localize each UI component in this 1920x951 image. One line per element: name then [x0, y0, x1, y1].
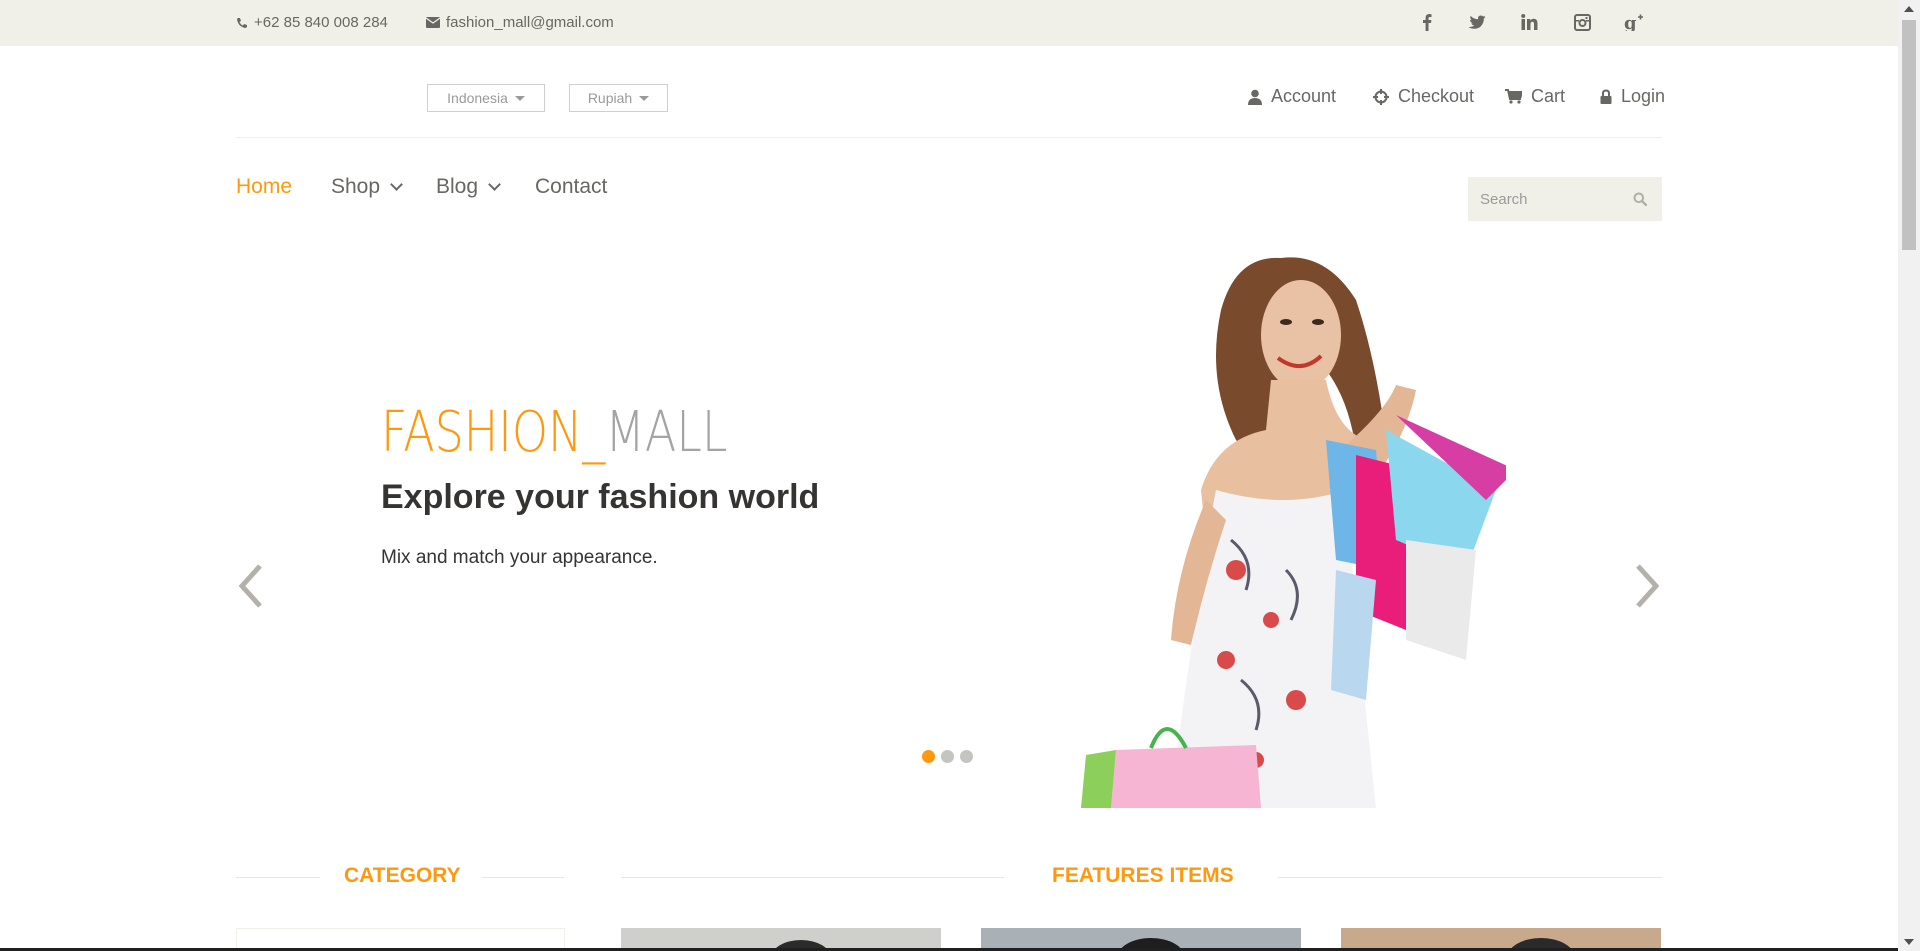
lock-icon: [1600, 89, 1612, 104]
slider-dot-3[interactable]: [960, 750, 973, 763]
search-input[interactable]: [1468, 177, 1618, 221]
user-icon: [1248, 89, 1262, 105]
nav-shop[interactable]: Shop: [331, 175, 403, 199]
email-contact[interactable]: fashion_mall@gmail.com: [426, 14, 614, 31]
currency-label: Rupiah: [587, 90, 633, 106]
nav-contact-label: Contact: [535, 175, 608, 198]
top-bar: +62 85 840 008 284 fashion_mall@gmail.co…: [0, 0, 1898, 46]
features-heading: FEATURES ITEMS: [1034, 864, 1252, 888]
category-heading: CATEGORY: [326, 864, 479, 888]
google-plus-icon[interactable]: g: [1624, 12, 1644, 32]
scroll-down-arrow[interactable]: [1904, 939, 1914, 945]
slider-headline: Explore your fashion world: [381, 478, 820, 516]
hero-model-image: [1081, 257, 1506, 808]
cart-link[interactable]: Cart: [1505, 86, 1565, 107]
nav-contact[interactable]: Contact: [535, 175, 607, 199]
shopping-cart-icon: [1505, 89, 1522, 104]
category-line-left: [236, 877, 320, 878]
scrollbar-thumb[interactable]: [1902, 20, 1916, 250]
caret-down-icon: [514, 95, 525, 101]
nav-home[interactable]: Home: [236, 175, 292, 199]
scroll-up-arrow[interactable]: [1904, 6, 1914, 12]
nav-blog[interactable]: Blog: [436, 175, 501, 199]
hero-slider: FASHION_MALL Explore your fashion world …: [236, 240, 1662, 808]
phone-icon: [237, 17, 247, 28]
slider-next-arrow[interactable]: [1632, 562, 1662, 610]
nav-home-label: Home: [236, 175, 293, 198]
chevron-down-icon: [390, 178, 403, 191]
search-icon[interactable]: [1633, 192, 1647, 206]
phone-contact: +62 85 840 008 284: [236, 14, 388, 31]
nav-shop-label: Shop: [331, 175, 381, 198]
facebook-icon[interactable]: [1417, 12, 1437, 32]
features-line-right: [1278, 877, 1662, 878]
category-line-right: [482, 877, 564, 878]
page-scrollbar[interactable]: [1898, 0, 1920, 951]
envelope-icon: [426, 17, 440, 28]
slider-prev-arrow[interactable]: [236, 562, 266, 610]
login-label: Login: [1621, 86, 1666, 106]
crosshairs-icon: [1373, 88, 1389, 105]
phone-number: +62 85 840 008 284: [254, 14, 388, 31]
svg-text:g: g: [1624, 13, 1637, 31]
email-address[interactable]: fashion_mall@gmail.com: [446, 14, 614, 31]
account-label: Account: [1271, 86, 1337, 106]
caret-down-icon: [639, 95, 650, 101]
twitter-icon[interactable]: [1467, 12, 1487, 32]
nav-blog-label: Blog: [436, 175, 479, 198]
instagram-icon[interactable]: [1572, 12, 1592, 32]
checkout-link[interactable]: Checkout: [1373, 86, 1474, 107]
slider-indicators: [922, 750, 973, 763]
brand-part-mall: MALL: [605, 400, 728, 465]
slider-dot-1[interactable]: [922, 750, 935, 763]
login-link[interactable]: Login: [1600, 86, 1665, 107]
cart-label: Cart: [1531, 86, 1566, 106]
slider-brand-title: FASHION_MALL: [381, 400, 728, 465]
chevron-down-icon: [488, 178, 501, 191]
slider-dot-2[interactable]: [941, 750, 954, 763]
currency-dropdown[interactable]: Rupiah: [569, 84, 668, 112]
slider-tagline: Mix and match your appearance.: [381, 547, 658, 568]
search-box: [1468, 177, 1662, 221]
features-line-left: [621, 877, 1004, 878]
checkout-label: Checkout: [1398, 86, 1475, 106]
brand-part-fashion: FASHION_: [381, 400, 606, 465]
linkedin-icon[interactable]: [1519, 12, 1539, 32]
language-dropdown[interactable]: Indonesia: [427, 84, 545, 112]
account-link[interactable]: Account: [1248, 86, 1336, 107]
language-label: Indonesia: [447, 90, 508, 106]
header-middle: Indonesia Rupiah Account Checkout Cart L…: [236, 46, 1665, 138]
